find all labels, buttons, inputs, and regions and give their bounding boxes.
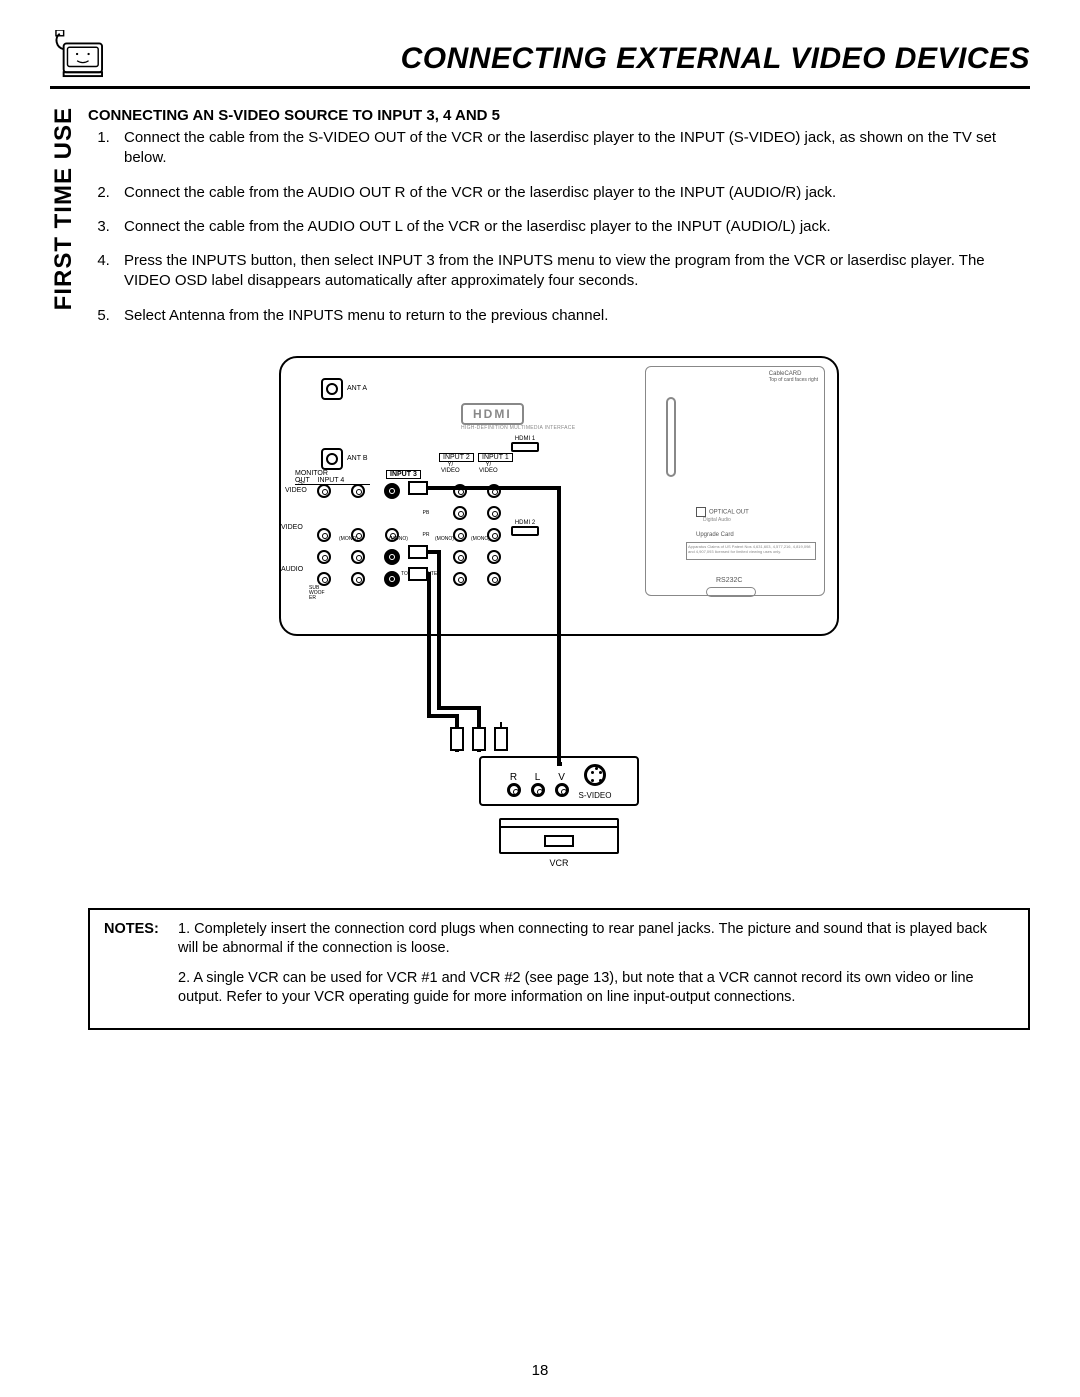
hdmi2-port: HDMI 2 <box>511 520 539 536</box>
notes-list: 1. Completely insert the connection cord… <box>178 920 1008 1018</box>
vcr-svideo-label: S-VIDEO <box>579 791 612 800</box>
instruction-list: Connect the cable from the S-VIDEO OUT o… <box>88 128 1030 326</box>
notes-box: NOTES: 1. Completely insert the connecti… <box>88 908 1030 1030</box>
video-row-label: VIDEO <box>281 524 301 531</box>
input1-label: INPUT 1 <box>478 453 513 462</box>
tv-rear-panel: ANT A ANT B HDMI HIGH-DEFINITION MULTIME… <box>279 356 839 636</box>
vcr-caption: VCR <box>279 858 839 868</box>
input3-audio-l-jack <box>384 549 400 565</box>
step-item: Connect the cable from the AUDIO OUT L o… <box>114 217 1030 237</box>
section-side-label: FIRST TIME USE <box>50 107 78 350</box>
ant-b-jack: ANT B <box>321 448 368 470</box>
input3-audio-r-jack <box>384 571 400 587</box>
mono-label: (MONO) <box>339 536 358 542</box>
optical-out-label: OPTICAL OUT <box>696 507 749 517</box>
step-item: Connect the cable from the AUDIO OUT R o… <box>114 183 1030 203</box>
vcr-r-label: R <box>507 772 521 783</box>
sub-label: SUBWOOFER <box>309 586 325 601</box>
vcr-svideo-jack <box>584 764 606 786</box>
upgrade-label: Upgrade Card <box>696 532 734 538</box>
vcr-l-label: L <box>531 772 545 783</box>
step-item: Connect the cable from the S-VIDEO OUT o… <box>114 128 1030 169</box>
hdmi1-port: HDMI 1 <box>511 436 539 452</box>
warning-label: Apparatus Claims of US Patent Nos 4,631,… <box>686 542 816 560</box>
page-title: CONNECTING EXTERNAL VIDEO DEVICES <box>108 42 1030 78</box>
page-number: 18 <box>0 1362 1080 1379</box>
page-header: CONNECTING EXTERNAL VIDEO DEVICES <box>50 30 1030 78</box>
mono-label: (MONO) <box>435 536 454 542</box>
tv-plug-icon <box>50 30 108 78</box>
vcr-output-panel: R L V S-VIDEO <box>479 756 639 806</box>
hdmi-logo: HDMI <box>461 403 524 425</box>
note-item: 2. A single VCR can be used for VCR #1 a… <box>178 969 1008 1008</box>
vcr-device-icon <box>499 818 619 854</box>
center-label: TO AVC CENTER <box>401 571 441 577</box>
yvideo-label: Y/VIDEO <box>479 462 498 474</box>
ant-a-jack: ANT A <box>321 378 367 400</box>
notes-label: NOTES: <box>104 920 174 940</box>
optical-sub-label: Digital Audio <box>703 517 731 523</box>
input3-svideo-jack <box>384 483 400 499</box>
cablecard-label: CableCARDTop of card faces right <box>769 371 818 383</box>
note-item: 1. Completely insert the connection cord… <box>178 920 1008 959</box>
section-heading: CONNECTING AN S-VIDEO SOURCE TO INPUT 3,… <box>88 107 1030 124</box>
step-item: Press the INPUTS button, then select INP… <box>114 251 1030 292</box>
vcr-v-label: V <box>555 772 569 783</box>
input3-label: INPUT 3 <box>386 470 421 479</box>
mono-label: (MONO) <box>389 536 408 542</box>
input2-label: INPUT 2 <box>439 453 474 462</box>
yvideo-label: Y/VIDEO <box>441 462 460 474</box>
connection-diagram: ANT A ANT B HDMI HIGH-DEFINITION MULTIME… <box>279 356 839 868</box>
title-rule <box>50 86 1030 89</box>
hdmi-sub: HIGH-DEFINITION MULTIMEDIA INTERFACE <box>461 425 575 431</box>
rs232-label: RS232C <box>716 577 742 584</box>
cablecard-slot: CableCARDTop of card faces right OPTICAL… <box>645 366 825 596</box>
audio-row-label: AUDIO <box>281 566 301 573</box>
svideo-row-label: S-VIDEO <box>285 480 305 494</box>
mono-label: (MONO) <box>471 536 490 542</box>
step-item: Select Antenna from the INPUTS menu to r… <box>114 306 1030 326</box>
